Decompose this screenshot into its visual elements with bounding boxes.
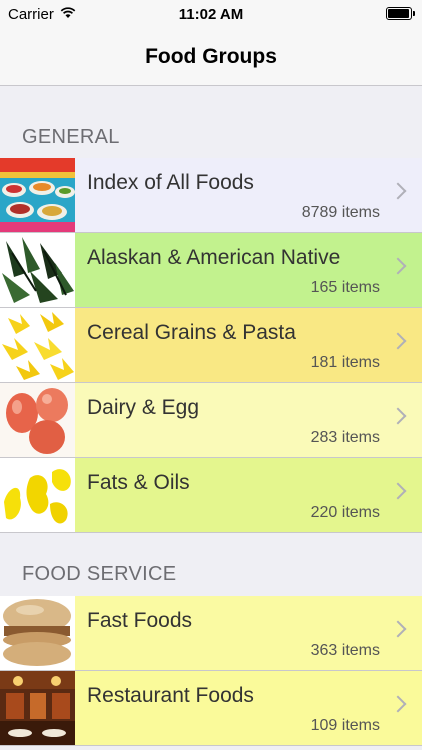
cell-body: Index of All Foods 8789 items	[75, 158, 422, 232]
item-count: 181 items	[310, 354, 380, 371]
chevron-right-icon	[389, 695, 407, 713]
burger-thumbnail	[0, 596, 75, 670]
item-label: Fast Foods	[87, 609, 193, 632]
list-item-cereal-grains-pasta[interactable]: Cereal Grains & Pasta 181 items	[0, 308, 422, 383]
item-label: Alaskan & American Native	[87, 246, 341, 269]
cell-body: Dairy & Egg 283 items	[75, 383, 422, 457]
list-item-restaurant-foods[interactable]: Restaurant Foods 109 items	[0, 671, 422, 746]
chevron-right-icon	[389, 257, 407, 275]
oil-thumbnail	[0, 458, 75, 532]
section-header-food-service: FOOD SERVICE	[22, 563, 177, 585]
buffet-thumbnail	[0, 158, 75, 232]
item-count: 8789 items	[301, 204, 380, 221]
list-item-fast-foods[interactable]: Fast Foods 363 items	[0, 596, 422, 671]
section-header-general: GENERAL	[22, 126, 120, 148]
chevron-right-icon	[389, 620, 407, 638]
eggs-thumbnail	[0, 383, 75, 457]
chevron-right-icon	[389, 182, 407, 200]
item-count: 165 items	[310, 279, 380, 296]
item-count: 220 items	[310, 504, 380, 521]
item-label: Restaurant Foods	[87, 684, 254, 707]
list-item-dairy-egg[interactable]: Dairy & Egg 283 items	[0, 383, 422, 458]
list-item-alaskan-american-native[interactable]: Alaskan & American Native 165 items	[0, 233, 422, 308]
chevron-right-icon	[389, 332, 407, 350]
item-label: Fats & Oils	[87, 471, 190, 494]
pasta-thumbnail	[0, 308, 75, 382]
battery-icon	[386, 7, 415, 20]
status-time: 11:02 AM	[178, 6, 244, 23]
item-count: 283 items	[310, 429, 380, 446]
chevron-right-icon	[389, 407, 407, 425]
food-groups-list: GENERAL Index of All Foods 8789 items Al…	[0, 86, 422, 746]
item-label: Index of All Foods	[87, 171, 254, 194]
item-label: Cereal Grains & Pasta	[87, 321, 296, 344]
navigation-bar: Food Groups	[0, 28, 422, 86]
cell-body: Fats & Oils 220 items	[75, 458, 422, 532]
status-bar: Carrier 11:02 AM	[0, 0, 422, 28]
list-item-index-of-all-foods[interactable]: Index of All Foods 8789 items	[0, 158, 422, 233]
cell-body: Fast Foods 363 items	[75, 596, 422, 670]
restaurant-thumbnail	[0, 671, 75, 745]
page-title: Food Groups	[145, 44, 277, 68]
cell-body: Restaurant Foods 109 items	[75, 671, 422, 745]
cell-body: Cereal Grains & Pasta 181 items	[75, 308, 422, 382]
cell-body: Alaskan & American Native 165 items	[75, 233, 422, 307]
item-count: 109 items	[310, 717, 380, 734]
item-count: 363 items	[310, 642, 380, 659]
chevron-right-icon	[389, 482, 407, 500]
item-label: Dairy & Egg	[87, 396, 200, 419]
list-item-fats-oils[interactable]: Fats & Oils 220 items	[0, 458, 422, 533]
greens-thumbnail	[0, 233, 75, 307]
